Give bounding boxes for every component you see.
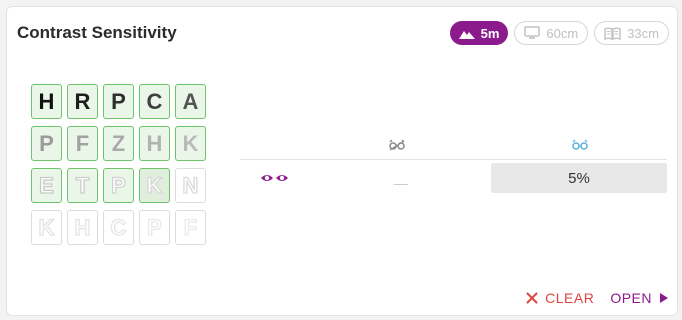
table-divider	[240, 159, 667, 160]
with-correction-text: 5%	[568, 169, 590, 187]
contrast-sensitivity-card: Contrast Sensitivity 5m 60cm 33cm HRPCAP…	[6, 6, 678, 316]
letter-cell[interactable]: R	[67, 84, 98, 119]
letter-cell[interactable]: P	[103, 84, 134, 119]
letter-cell[interactable]: P	[31, 126, 62, 161]
distance-5m-pill[interactable]: 5m	[449, 21, 509, 45]
letter-cell[interactable]: N	[175, 168, 206, 203]
distance-selector: 5m 60cm 33cm	[449, 21, 669, 45]
clear-button[interactable]: CLEAR	[526, 290, 594, 306]
card-title: Contrast Sensitivity	[17, 23, 177, 42]
letter-cell[interactable]: P	[139, 210, 170, 245]
letter-cell[interactable]: A	[175, 84, 206, 119]
letter-cell[interactable]: C	[139, 84, 170, 119]
letter-cell[interactable]: K	[139, 168, 170, 203]
letter-cell[interactable]: H	[139, 126, 170, 161]
card-actions: CLEAR OPEN	[526, 290, 669, 306]
mountain-icon	[458, 30, 475, 39]
glasses-icon	[572, 139, 588, 150]
distance-label: 60cm	[546, 25, 579, 41]
distance-33cm-pill[interactable]: 33cm	[594, 21, 669, 45]
close-icon	[526, 292, 538, 304]
distance-label: 33cm	[627, 25, 659, 41]
letter-cell[interactable]: F	[67, 126, 98, 161]
distance-label: 5m	[480, 25, 500, 41]
letter-cell[interactable]: C	[103, 210, 134, 245]
letter-cell[interactable]: E	[31, 168, 62, 203]
glasses-crossed-icon	[389, 139, 405, 151]
letter-cell[interactable]: Z	[103, 126, 134, 161]
letter-cell[interactable]: H	[31, 84, 62, 119]
both-eyes-icon	[260, 171, 290, 189]
letter-cell[interactable]: F	[175, 210, 206, 245]
letter-cell[interactable]: K	[31, 210, 62, 245]
with-correction-value[interactable]: 5%	[491, 163, 667, 193]
without-correction-value: —	[394, 175, 408, 191]
column-header-with-glasses	[572, 139, 588, 154]
play-arrow-icon	[660, 293, 668, 303]
letter-cell[interactable]: K	[175, 126, 206, 161]
letter-cell[interactable]: T	[67, 168, 98, 203]
book-icon	[604, 27, 621, 40]
column-header-without-glasses	[389, 139, 405, 154]
clear-label: CLEAR	[545, 290, 595, 306]
monitor-icon	[524, 26, 541, 39]
letter-cell[interactable]: P	[103, 168, 134, 203]
distance-60cm-pill[interactable]: 60cm	[514, 21, 589, 45]
letter-cell[interactable]: H	[67, 210, 98, 245]
open-label: OPEN	[610, 290, 652, 306]
open-button[interactable]: OPEN	[610, 290, 669, 306]
